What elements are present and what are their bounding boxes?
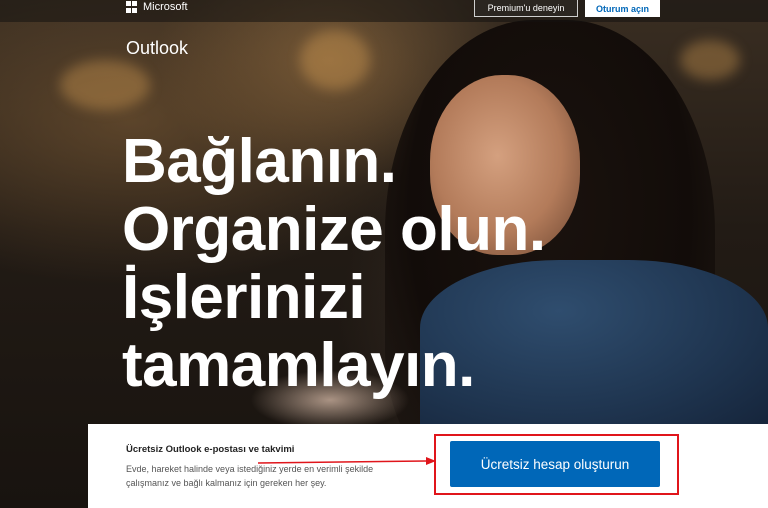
microsoft-logo[interactable]: Microsoft (126, 1, 188, 13)
highlight-box-annotation (434, 434, 679, 495)
headline-line: Bağlanın. (122, 127, 397, 196)
brand-name: Microsoft (143, 1, 188, 13)
product-name: Outlook (126, 38, 189, 58)
headline-line: tamamlayın. (122, 331, 475, 400)
headline-line: İşlerinizi (122, 263, 366, 332)
bokeh-light (60, 60, 150, 110)
headline-line: Organize olun. (122, 195, 546, 264)
bokeh-light (300, 30, 370, 90)
microsoft-logo-icon (126, 1, 138, 13)
try-premium-button[interactable]: Premium'u deneyin (474, 0, 578, 17)
sign-in-button[interactable]: Oturum açın (585, 0, 660, 17)
top-navigation-bar: Microsoft Premium'u deneyin Oturum açın (0, 0, 768, 22)
red-arrow-annotation-icon (258, 457, 436, 465)
hero-headline: Bağlanın. Organize olun. İşlerinizi tama… (122, 128, 546, 400)
signup-panel-title: Ücretsiz Outlook e-postası ve takvimi (126, 444, 295, 455)
bokeh-light (680, 40, 740, 80)
